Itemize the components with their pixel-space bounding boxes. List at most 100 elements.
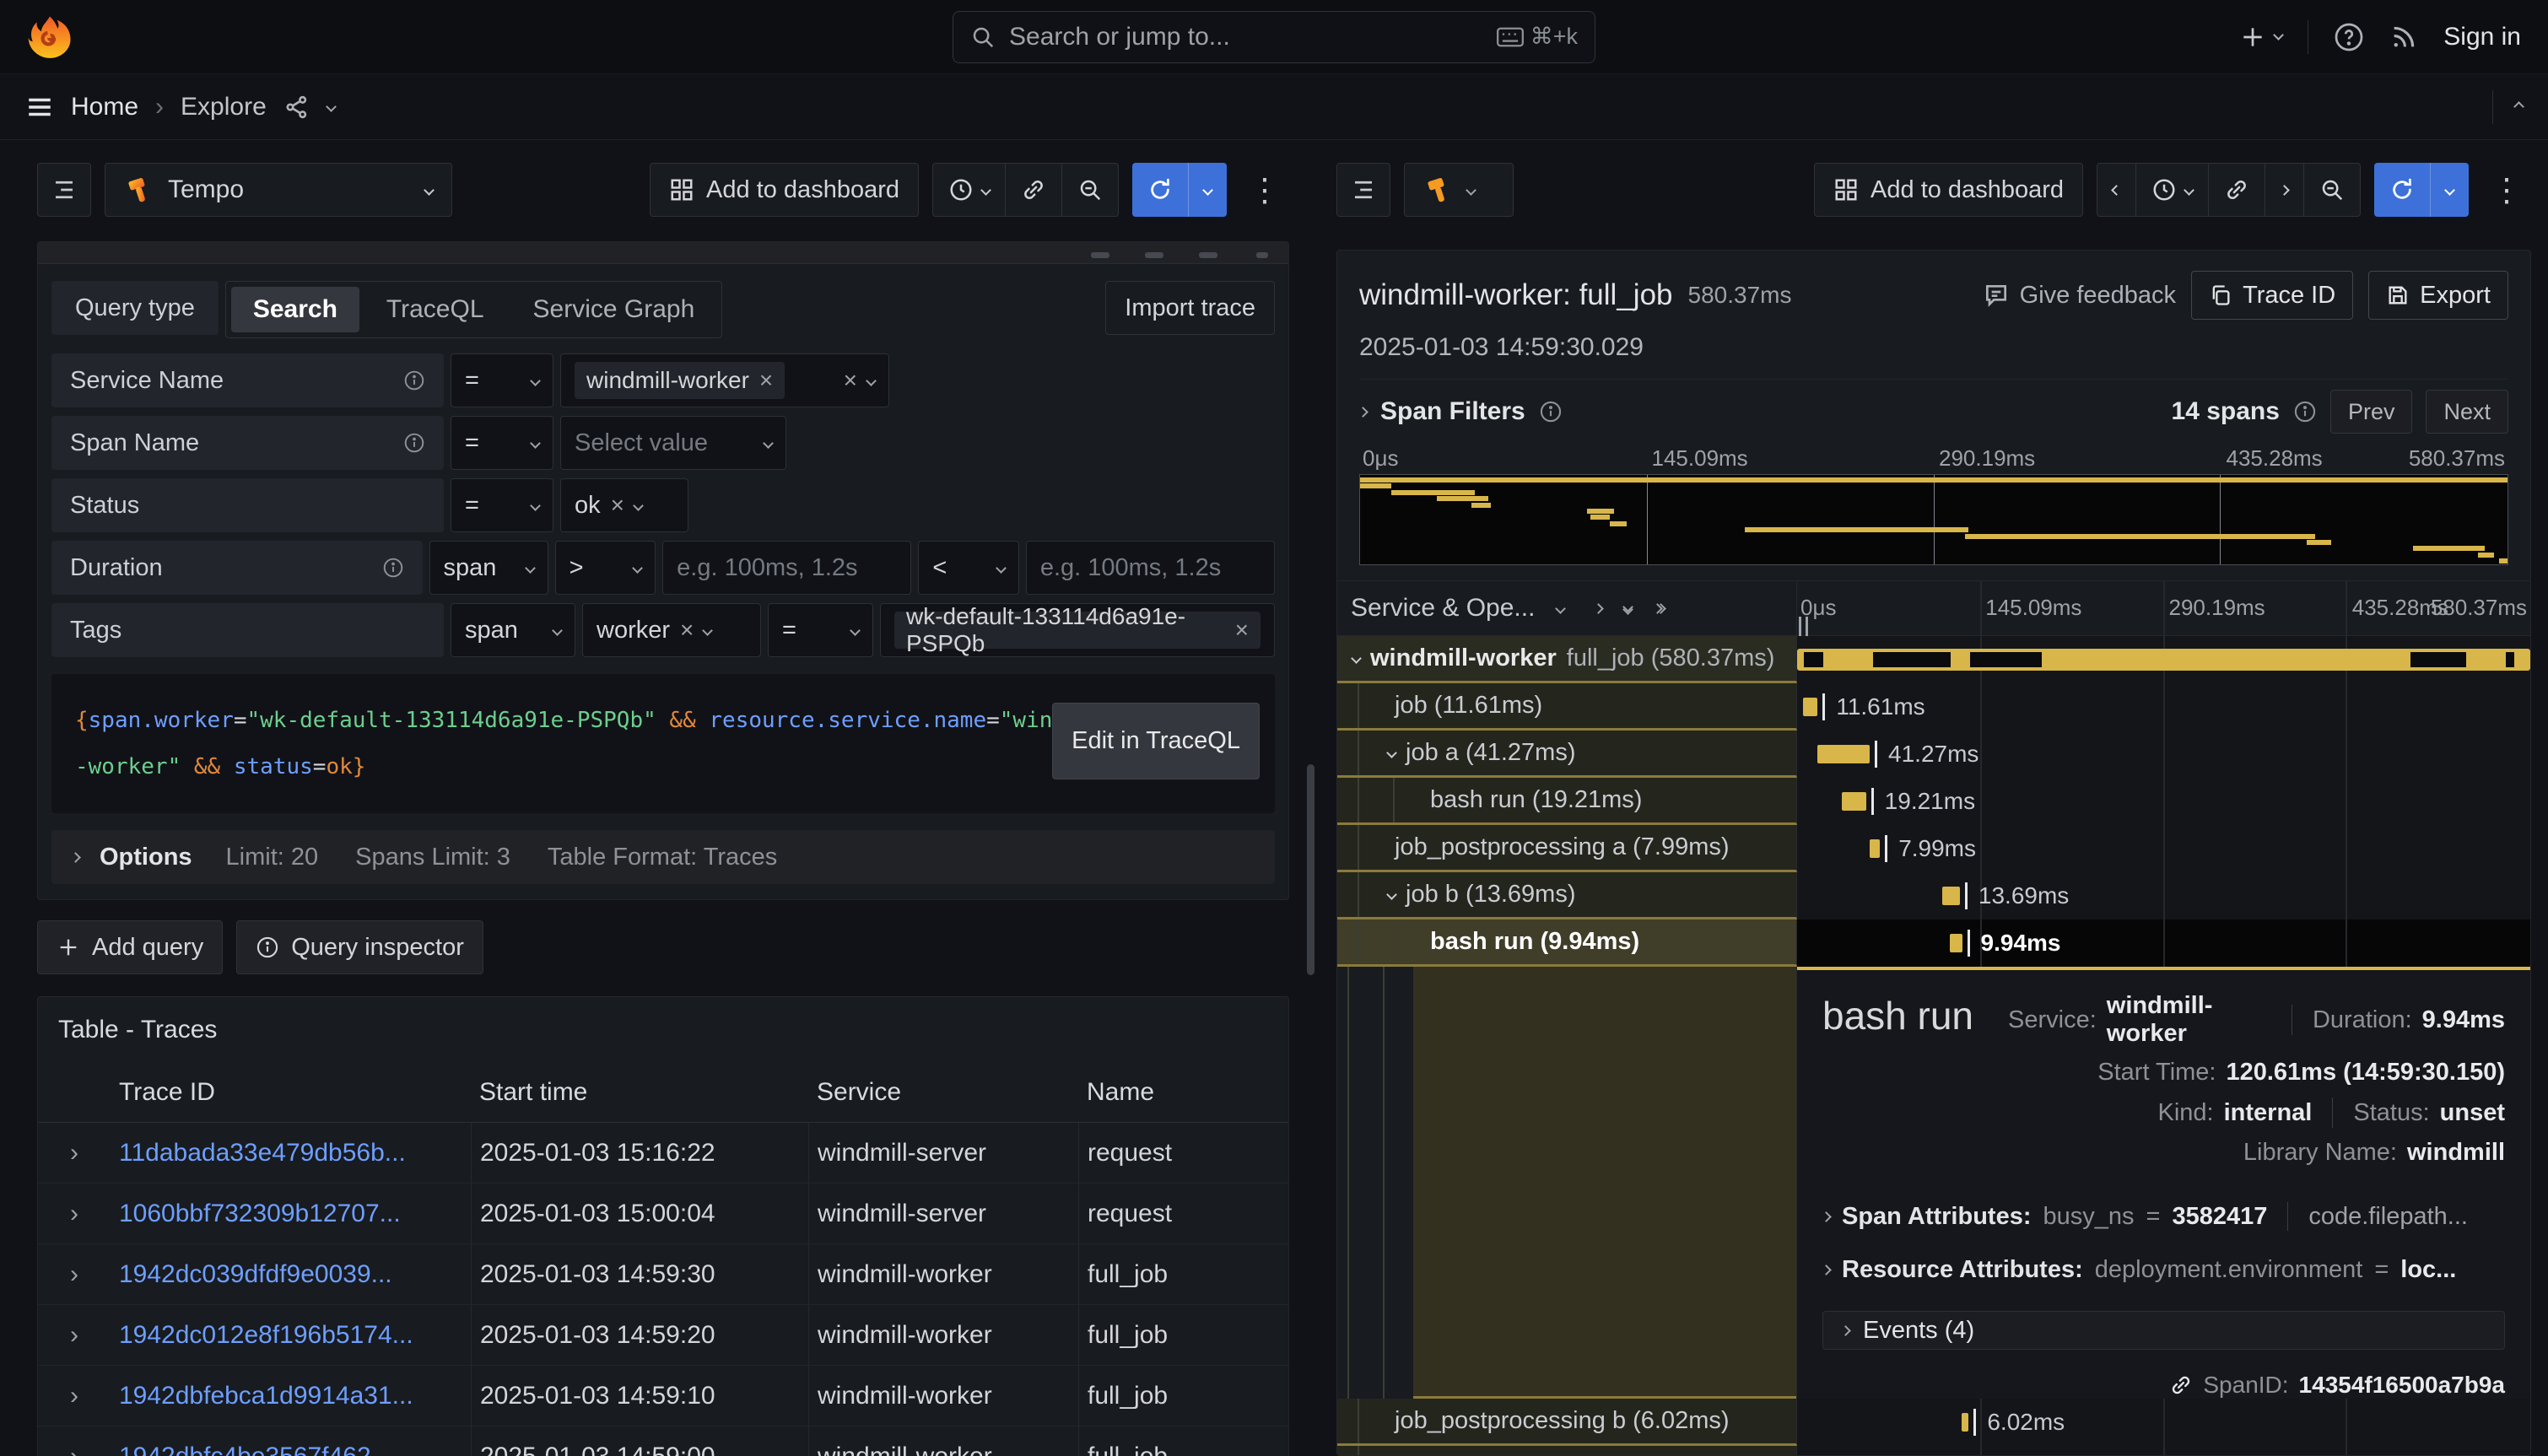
duration-scope-select[interactable]: span <box>429 541 548 595</box>
span-name-cell[interactable]: bash run (9.94ms) <box>1337 919 1797 967</box>
grafana-logo[interactable] <box>27 14 73 60</box>
span-bar[interactable] <box>1803 698 1817 716</box>
row-expand-chevron[interactable]: › <box>38 1260 111 1289</box>
events-section[interactable]: Events (4) <box>1822 1311 2505 1350</box>
chevron-right-icon[interactable] <box>1358 407 1368 418</box>
datasource-picker[interactable] <box>1404 163 1514 217</box>
span-bar[interactable] <box>1950 934 1962 952</box>
span-name-cell[interactable]: job_postprocessing b (6.02ms) <box>1337 1399 1797 1446</box>
span-name-cell[interactable]: bash run (19.21ms) <box>1337 778 1797 825</box>
span-bar[interactable] <box>1870 839 1880 858</box>
span-expand-chevron[interactable] <box>1386 747 1397 758</box>
add-to-dashboard-button[interactable]: Add to dashboard <box>1814 163 2083 217</box>
trace-id-link[interactable]: 1942dc039dfdf9e0039... <box>111 1260 471 1289</box>
export-button[interactable]: Export <box>2368 271 2508 320</box>
breadcrumb-current[interactable]: Explore <box>181 93 267 121</box>
tab-traceql[interactable]: TraceQL <box>364 287 506 332</box>
link-icon[interactable] <box>2169 1373 2193 1397</box>
span-timeline-cell[interactable]: 7.99ms <box>1797 825 2530 872</box>
tab-search[interactable]: Search <box>231 287 359 332</box>
edit-in-traceql-button[interactable]: Edit in TraceQL <box>1052 703 1260 779</box>
options-bar[interactable]: Options Limit: 20Spans Limit: 3Table For… <box>51 830 1275 884</box>
trace-id-link[interactable]: 1942dc012e8f196b5174... <box>111 1321 471 1350</box>
span-timeline-cell[interactable]: 19.21ms <box>1797 778 2530 825</box>
column-header[interactable]: Start time <box>471 1066 808 1122</box>
status-value[interactable]: ok× <box>560 478 688 532</box>
span-name-cell[interactable]: job c (286.87ms) <box>1337 1446 1797 1455</box>
trace-id-link[interactable]: 1942dbfc4be3567f462... <box>111 1443 471 1456</box>
status-operator[interactable]: = <box>451 478 553 532</box>
new-menu-button[interactable] <box>2239 24 2282 51</box>
prev-span-button[interactable]: Prev <box>2330 390 2413 434</box>
span-row[interactable]: bash run (9.94ms) 9.94ms <box>1337 919 2530 967</box>
service-operation-header[interactable]: Service & Ope... <box>1351 594 1535 623</box>
minimap-canvas[interactable] <box>1359 474 2508 565</box>
chevron-right-icon[interactable] <box>1594 603 1605 614</box>
span-row[interactable]: job_postprocessing b (6.02ms) 6.02ms <box>1337 1399 2530 1446</box>
trace-minimap[interactable]: 0μs145.09ms290.19ms435.28ms580.37ms <box>1337 444 2530 574</box>
span-timeline-cell[interactable]: 41.27ms <box>1797 731 2530 778</box>
span-row[interactable]: job (11.61ms) 11.61ms <box>1337 683 2530 731</box>
table-row[interactable]: › 1060bbf732309b12707... 2025-01-03 15:0… <box>38 1184 1288 1244</box>
chevron-down-icon[interactable] <box>326 101 337 112</box>
column-header[interactable]: Trace ID <box>111 1066 471 1122</box>
duration-gt-operator[interactable]: > <box>555 541 656 595</box>
trace-id-link[interactable]: 1942dbfebca1d9914a31... <box>111 1382 471 1410</box>
span-timeline-cell[interactable]: 286.87ms <box>1797 1446 2530 1455</box>
span-timeline-cell[interactable]: 13.69ms <box>1797 872 2530 919</box>
time-picker-button[interactable] <box>933 164 1006 216</box>
table-row[interactable]: › 11dabada33e479db56b... 2025-01-03 15:1… <box>38 1123 1288 1184</box>
row-expand-chevron[interactable]: › <box>38 1443 111 1456</box>
query-inspector-button[interactable]: Query inspector <box>236 920 483 974</box>
trace-id-link[interactable]: 11dabada33e479db56b... <box>111 1139 471 1167</box>
span-attributes-row[interactable]: Span Attributes: busy_ns = 3582417 code.… <box>1822 1202 2505 1231</box>
span-name-cell[interactable]: windmill-workerfull_job (580.37ms) <box>1337 636 1797 683</box>
time-sync-link-button[interactable] <box>2209 164 2265 216</box>
shift-time-forward-button[interactable] <box>2265 164 2304 216</box>
run-query-button[interactable] <box>1132 163 1227 217</box>
scrollbar-thumb[interactable] <box>1307 764 1314 975</box>
tags-scope-select[interactable]: span <box>451 603 575 657</box>
zoom-out-button[interactable] <box>1062 164 1118 216</box>
datasource-picker[interactable]: Tempo <box>105 163 452 217</box>
row-expand-chevron[interactable]: › <box>38 1382 111 1410</box>
global-search-input[interactable]: Search or jump to... ⌘+k <box>953 11 1595 63</box>
span-name-cell[interactable]: job b (13.69ms) <box>1337 872 1797 919</box>
resource-attributes-row[interactable]: Resource Attributes: deployment.environm… <box>1822 1256 2505 1284</box>
duration-min-input[interactable]: e.g. 100ms, 1.2s <box>662 541 911 595</box>
table-row[interactable]: › 1942dc012e8f196b5174... 2025-01-03 14:… <box>38 1305 1288 1366</box>
span-timeline-cell[interactable] <box>1797 636 2530 683</box>
span-row[interactable]: job c (286.87ms) 286.87ms <box>1337 1446 2530 1455</box>
span-bar[interactable] <box>1842 792 1866 811</box>
span-timeline-cell[interactable]: 6.02ms <box>1797 1399 2530 1446</box>
span-bar[interactable] <box>1942 887 1960 905</box>
tags-key-select[interactable]: worker× <box>582 603 761 657</box>
add-query-button[interactable]: Add query <box>37 920 223 974</box>
panel-kebab-menu[interactable]: ⋮ <box>2482 171 2531 209</box>
mega-menu-icon[interactable] <box>25 93 54 121</box>
row-expand-chevron[interactable]: › <box>38 1200 111 1228</box>
trace-id-link[interactable]: 1060bbf732309b12707... <box>111 1200 471 1228</box>
span-row[interactable]: windmill-workerfull_job (580.37ms) <box>1337 636 2530 683</box>
span-expand-chevron[interactable] <box>1386 889 1397 900</box>
zoom-out-button[interactable] <box>2304 164 2360 216</box>
column-header[interactable]: Service <box>808 1066 1078 1122</box>
tab-service-graph[interactable]: Service Graph <box>511 287 717 332</box>
clear-icon[interactable]: × <box>844 367 857 394</box>
add-to-dashboard-button[interactable]: Add to dashboard <box>650 163 919 217</box>
span-bar[interactable] <box>1962 1413 1969 1432</box>
table-row[interactable]: › 1942dbfc4be3567f462... 2025-01-03 14:5… <box>38 1426 1288 1456</box>
row-expand-chevron[interactable]: › <box>38 1321 111 1350</box>
span-expand-chevron[interactable] <box>1351 653 1362 664</box>
query-history-button[interactable] <box>1336 163 1390 217</box>
span-name-cell[interactable]: job_postprocessing a (7.99ms) <box>1337 825 1797 872</box>
import-trace-button[interactable]: Import trace <box>1105 281 1275 335</box>
time-sync-link-button[interactable] <box>1006 164 1062 216</box>
span-filters-label[interactable]: Span Filters <box>1380 397 1525 426</box>
breadcrumb-home[interactable]: Home <box>71 93 138 121</box>
span-timeline-cell[interactable]: 9.94ms <box>1797 919 2530 967</box>
run-query-button[interactable] <box>2374 163 2469 217</box>
span-row[interactable]: job_postprocessing a (7.99ms) 7.99ms <box>1337 825 2530 872</box>
service-name-chip[interactable]: windmill-worker× <box>575 362 785 399</box>
give-feedback-button[interactable]: Give feedback <box>1983 282 2176 310</box>
